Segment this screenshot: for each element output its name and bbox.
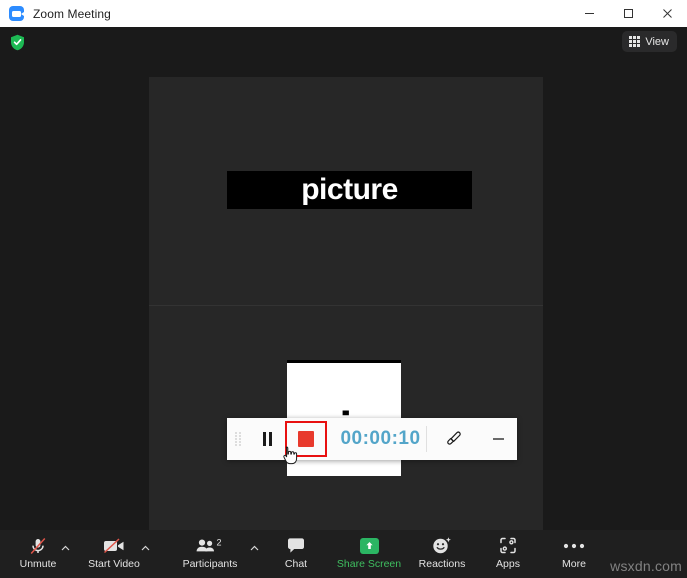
participants-label: Participants <box>182 558 238 570</box>
chevron-up-icon <box>61 545 69 551</box>
start-video-label: Start Video <box>88 558 140 570</box>
audio-options-caret[interactable] <box>60 543 70 553</box>
chat-button[interactable]: Chat <box>274 535 318 575</box>
redacted-title-text: picture <box>301 173 398 206</box>
video-off-icon <box>102 535 126 556</box>
more-button[interactable]: More <box>552 535 596 575</box>
window-controls <box>570 0 687 27</box>
grid-view-icon <box>629 36 641 47</box>
view-button-label: View <box>645 35 669 48</box>
unmute-label: Unmute <box>19 558 57 570</box>
mic-muted-icon <box>28 535 48 556</box>
minimize-recording-toolbar-button[interactable] <box>479 418 517 460</box>
close-button[interactable] <box>648 0 687 27</box>
maximize-button[interactable] <box>609 0 648 27</box>
zoom-meeting-window: Zoom Meeting View picture 00:00:10 Unmut… <box>0 0 687 578</box>
pause-recording-button[interactable] <box>249 418 285 460</box>
start-video-button[interactable]: Start Video <box>80 535 148 575</box>
redacted-title-block: picture <box>227 171 472 209</box>
apps-button[interactable]: Apps <box>486 535 530 575</box>
unmute-button[interactable]: Unmute <box>16 535 60 575</box>
meeting-controls-bar: Unmute Start Video 2 Participants Chat S… <box>0 530 687 578</box>
video-options-caret[interactable] <box>140 543 150 553</box>
reactions-icon <box>431 535 453 556</box>
chat-label: Chat <box>284 558 308 570</box>
more-dots-icon <box>562 535 586 556</box>
more-label: More <box>562 558 586 570</box>
chevron-up-icon <box>250 545 258 551</box>
participants-icon: 2 <box>195 535 225 556</box>
drag-handle-icon[interactable] <box>227 418 249 460</box>
reactions-label: Reactions <box>418 558 466 570</box>
stop-record-icon <box>298 431 314 447</box>
chevron-up-icon <box>141 545 149 551</box>
annotate-button[interactable] <box>427 418 479 460</box>
share-screen-button[interactable]: Share Screen <box>334 535 404 575</box>
reactions-button[interactable]: Reactions <box>412 535 472 575</box>
zoom-logo-icon <box>9 6 24 21</box>
chat-bubble-icon <box>286 535 306 556</box>
paintbrush-icon <box>446 431 461 445</box>
recording-toolbar[interactable]: 00:00:10 <box>227 418 517 460</box>
green-shield-check-icon[interactable] <box>9 33 26 51</box>
window-title: Zoom Meeting <box>33 6 111 21</box>
minimize-button[interactable] <box>570 0 609 27</box>
share-screen-icon <box>359 535 379 556</box>
meeting-header-bar: View <box>0 27 687 57</box>
title-bar: Zoom Meeting <box>0 0 687 28</box>
apps-label: Apps <box>496 558 520 570</box>
participants-options-caret[interactable] <box>249 543 259 553</box>
share-screen-label: Share Screen <box>336 558 402 570</box>
apps-icon <box>498 535 518 556</box>
view-button[interactable]: View <box>622 31 677 52</box>
participants-button[interactable]: 2 Participants <box>174 535 246 575</box>
stop-recording-button[interactable] <box>285 421 327 457</box>
recording-timer: 00:00:10 <box>340 428 421 449</box>
svg-text:2: 2 <box>217 538 222 548</box>
participant-tile-top[interactable]: picture <box>149 77 543 305</box>
